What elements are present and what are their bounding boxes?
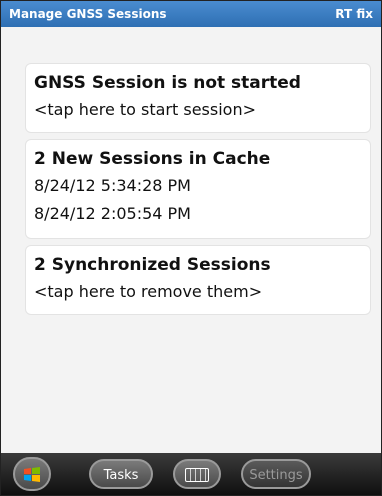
cache-sessions-card[interactable]: 2 New Sessions in Cache 8/24/12 5:34:28 … — [25, 139, 371, 239]
status-indicator: RT fix — [335, 7, 373, 21]
tasks-button[interactable]: Tasks — [89, 459, 153, 489]
keyboard-icon — [185, 467, 209, 482]
synced-sessions-card[interactable]: 2 Synchronized Sessions <tap here to rem… — [25, 245, 371, 315]
cached-session-item[interactable]: 8/24/12 5:34:28 PM — [34, 172, 362, 200]
cache-sessions-heading: 2 New Sessions in Cache — [34, 149, 271, 169]
cached-session-item[interactable]: 8/24/12 2:05:54 PM — [34, 200, 362, 228]
remove-synced-link[interactable]: <tap here to remove them> — [34, 278, 362, 306]
window-title: Manage GNSS Sessions — [9, 7, 167, 21]
synced-sessions-heading: 2 Synchronized Sessions — [34, 255, 271, 275]
session-status-heading: GNSS Session is not started — [34, 73, 301, 93]
start-session-link[interactable]: <tap here to start session> — [34, 96, 362, 124]
start-button[interactable] — [13, 457, 51, 491]
title-bar: Manage GNSS Sessions RT fix — [1, 1, 381, 27]
taskbar: Tasks Settings — [1, 453, 381, 495]
app-window: Manage GNSS Sessions RT fix GNSS Session… — [0, 0, 382, 496]
content-area: GNSS Session is not started <tap here to… — [1, 27, 381, 453]
keyboard-button[interactable] — [173, 459, 221, 489]
settings-button[interactable]: Settings — [241, 459, 311, 489]
session-status-card[interactable]: GNSS Session is not started <tap here to… — [25, 63, 371, 133]
windows-logo-icon — [24, 467, 40, 482]
